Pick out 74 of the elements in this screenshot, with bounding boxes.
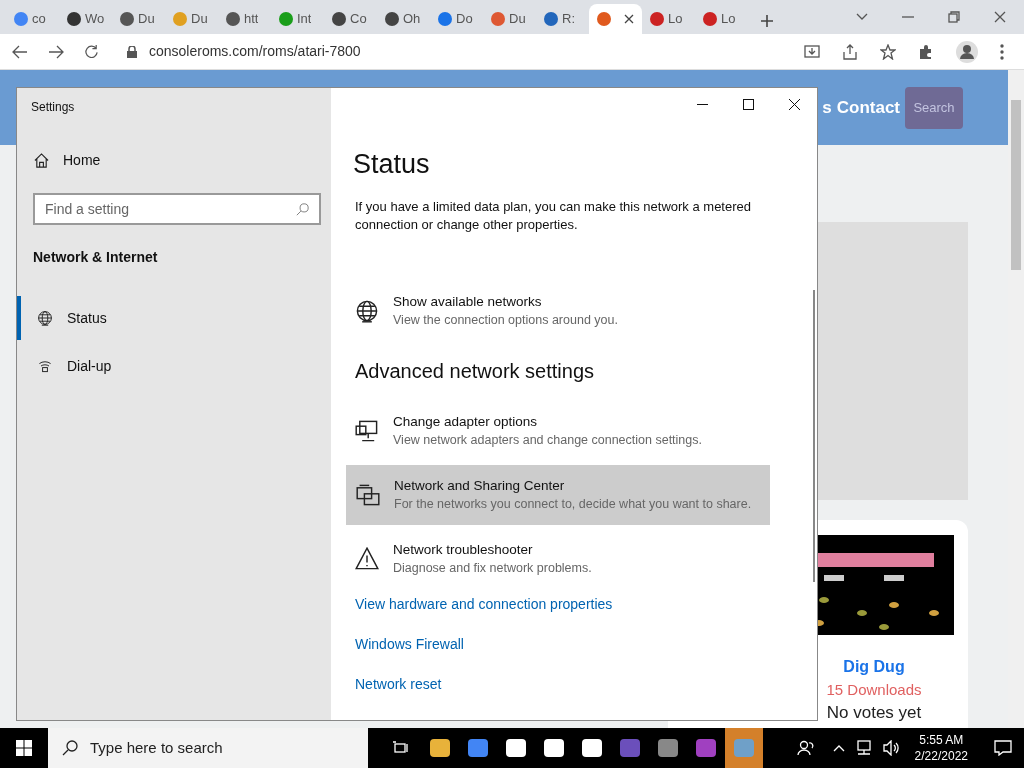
setting-search-field[interactable]: Find a setting bbox=[33, 193, 321, 225]
search-icon bbox=[62, 740, 78, 756]
globe-icon bbox=[37, 310, 53, 326]
puzzle-icon[interactable] bbox=[918, 43, 934, 60]
game-title[interactable]: Dig Dug bbox=[843, 655, 905, 678]
browser-tab[interactable] bbox=[589, 4, 642, 34]
download-count: 15 Downloads bbox=[826, 680, 922, 700]
browser-tab[interactable]: co bbox=[6, 4, 59, 34]
browser-tab[interactable]: Do bbox=[430, 4, 483, 34]
volume-icon[interactable] bbox=[882, 740, 901, 756]
browser-tab[interactable]: Lo bbox=[695, 4, 748, 34]
lock-icon bbox=[127, 45, 137, 58]
row-description: Diagnose and fix network problems. bbox=[393, 559, 592, 577]
settings-link[interactable]: View hardware and connection properties bbox=[355, 593, 613, 615]
forward-icon[interactable] bbox=[48, 44, 64, 59]
dial-up-icon bbox=[37, 358, 53, 374]
close-icon[interactable] bbox=[994, 11, 1006, 23]
browser-tab[interactable]: htt bbox=[218, 4, 271, 34]
nav-item[interactable]: Dial-up bbox=[17, 344, 331, 388]
row-title: Change adapter options bbox=[393, 412, 539, 431]
browser-tab[interactable]: Du bbox=[483, 4, 536, 34]
back-icon[interactable] bbox=[12, 44, 28, 59]
chevron-down-icon[interactable] bbox=[856, 13, 868, 21]
row-title: Network and Sharing Center bbox=[394, 476, 566, 495]
section-heading: Network & Internet bbox=[33, 248, 159, 267]
globe-icon bbox=[355, 298, 379, 323]
close-icon[interactable] bbox=[624, 14, 634, 24]
browser-tab[interactable]: Wo bbox=[59, 4, 112, 34]
clock-date[interactable]: 2/22/2022 bbox=[914, 748, 968, 764]
settings-link[interactable]: Network reset bbox=[355, 673, 442, 695]
settings-link-row[interactable]: Change adapter options View network adapters and change connection settings. bbox=[353, 400, 777, 461]
vote-status: No votes yet bbox=[826, 702, 922, 724]
home-item[interactable]: Home bbox=[34, 150, 331, 171]
settings-link-row[interactable]: Network and Sharing Center For the networks you connect to, decide what you want to share. bbox=[346, 464, 770, 525]
taskbar-search-field[interactable]: Type here to search bbox=[48, 728, 368, 768]
install-icon[interactable] bbox=[804, 43, 820, 60]
scrollbar[interactable] bbox=[813, 290, 815, 582]
intro-text: If you have a limited data plan, you can make this network a metered connection or change other properties. bbox=[355, 197, 752, 234]
people-icon[interactable] bbox=[796, 740, 815, 756]
restore-icon[interactable] bbox=[948, 11, 960, 23]
settings-link[interactable]: Windows Firewall bbox=[355, 633, 464, 655]
nav-item[interactable]: Status bbox=[17, 296, 331, 340]
chevron-up-icon[interactable] bbox=[832, 744, 845, 752]
notification-icon[interactable] bbox=[994, 740, 1012, 756]
star-icon[interactable] bbox=[880, 43, 896, 60]
clock-time[interactable]: 5:55 AM bbox=[919, 732, 964, 748]
browser-tab[interactable]: Oh bbox=[377, 4, 430, 34]
window-title: Settings bbox=[30, 99, 76, 116]
reload-icon[interactable] bbox=[84, 44, 99, 59]
row-description: View network adapters and change connection settings. bbox=[393, 431, 702, 449]
section-heading: Advanced network settings bbox=[355, 358, 596, 384]
computers-icon bbox=[356, 482, 380, 507]
profile-icon[interactable] bbox=[956, 40, 978, 63]
row-description: For the networks you connect to, decide what you want to share. bbox=[394, 495, 752, 513]
page-heading: Status bbox=[353, 148, 431, 181]
home-icon bbox=[34, 153, 49, 168]
browser-tab[interactable]: R: bbox=[536, 4, 589, 34]
browser-tab[interactable]: Lo bbox=[642, 4, 695, 34]
browser-tab[interactable]: Du bbox=[112, 4, 165, 34]
settings-link-row[interactable]: Show available networks View the connection options around you. bbox=[353, 280, 777, 341]
menu-icon[interactable] bbox=[1000, 43, 1004, 60]
network-icon[interactable] bbox=[854, 740, 873, 756]
search-icon bbox=[296, 202, 309, 216]
settings-link-row[interactable]: Network troubleshooter Diagnose and fix network problems. bbox=[353, 528, 777, 589]
row-title: Network troubleshooter bbox=[393, 540, 534, 559]
row-description: View the connection options around you. bbox=[393, 311, 618, 329]
warning-icon bbox=[355, 546, 379, 571]
browser-tab[interactable]: Co bbox=[324, 4, 377, 34]
new-tab-icon[interactable] bbox=[760, 14, 774, 28]
monitor-icon bbox=[355, 418, 379, 443]
share-icon[interactable] bbox=[842, 43, 858, 60]
browser-tab[interactable]: Int bbox=[271, 4, 324, 34]
browser-tab[interactable]: Du bbox=[165, 4, 218, 34]
row-title: Show available networks bbox=[393, 292, 543, 311]
